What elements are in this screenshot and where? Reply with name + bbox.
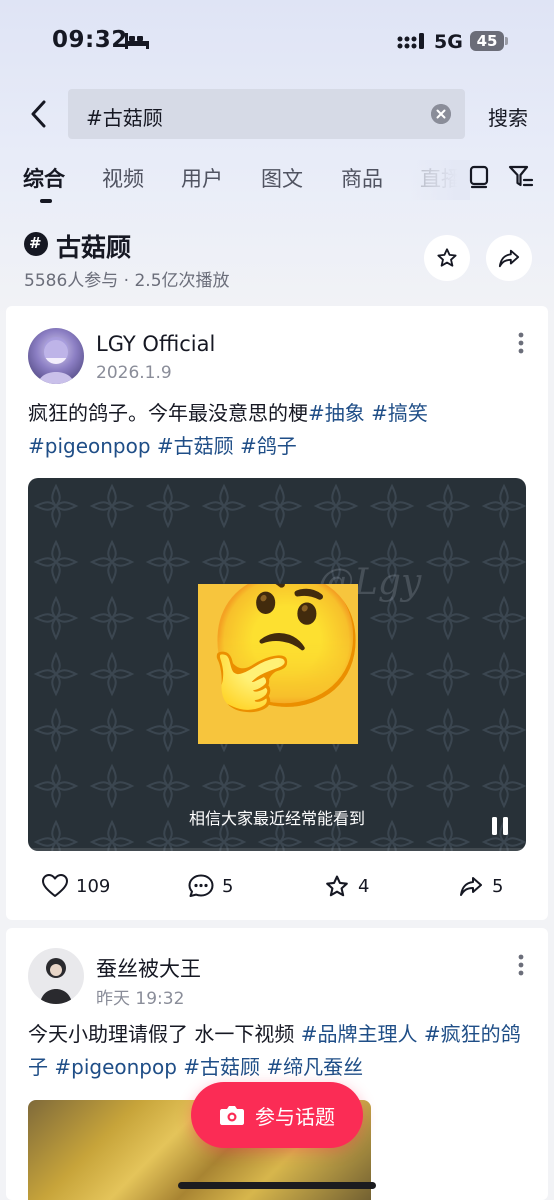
tab-image-text[interactable]: 图文	[261, 163, 303, 193]
home-indicator[interactable]	[178, 1182, 376, 1189]
comment-count: 5	[222, 875, 234, 897]
filter-icon[interactable]	[508, 164, 534, 190]
hashtag[interactable]: #pigeonpop	[54, 1055, 177, 1079]
share-icon	[498, 249, 520, 268]
tab-fade	[410, 160, 470, 200]
join-topic-button[interactable]: 参与话题	[191, 1082, 363, 1148]
video-progress[interactable]	[28, 848, 526, 851]
avatar-art	[40, 958, 72, 1004]
hashtag[interactable]: #抽象	[308, 401, 365, 425]
topic-plays: 2.5亿次播放	[134, 271, 230, 291]
topic-icon: #	[24, 232, 48, 256]
post-body: 疯狂的鸽子。今年最没意思的梗	[28, 401, 308, 425]
pause-icon[interactable]	[490, 815, 510, 837]
post-body: 今天小助理请假了 水一下视频	[28, 1022, 295, 1046]
sleep-mode-icon	[125, 33, 149, 49]
star-icon	[326, 875, 348, 897]
share-count: 5	[492, 875, 504, 897]
avatar-art	[38, 337, 74, 384]
more-icon[interactable]	[518, 954, 524, 976]
share-button[interactable]: 5	[458, 874, 503, 898]
hashtag[interactable]: #缔凡蚕丝	[266, 1055, 363, 1079]
status-bar: 09:32 5G 45	[0, 0, 554, 80]
topic-title: 古菇顾	[56, 233, 132, 262]
topic-stats: 5586人参与 · 2.5亿次播放	[24, 266, 230, 291]
hashtag[interactable]: #古菇顾	[183, 1055, 260, 1079]
video-caption: 相信大家最近经常能看到	[188, 809, 365, 828]
tab-products[interactable]: 商品	[341, 163, 383, 193]
post-text[interactable]: 疯狂的鸽子。今年最没意思的梗#抽象 #搞笑 #pigeonpop #古菇顾 #鸽…	[28, 397, 533, 463]
post-author[interactable]: LGY Official	[96, 332, 215, 356]
hashtag[interactable]: #品牌主理人	[301, 1022, 418, 1046]
post-actions: 109 5 4 5	[6, 874, 548, 910]
share-topic-button[interactable]	[486, 235, 532, 281]
back-icon[interactable]	[22, 96, 58, 132]
tab-indicator	[40, 199, 52, 203]
tab-users[interactable]: 用户	[181, 163, 223, 193]
signal-icon	[397, 33, 424, 49]
hashtag[interactable]: #古菇顾	[157, 434, 234, 458]
comment-button[interactable]: 5	[188, 874, 233, 898]
battery-tip	[505, 37, 508, 45]
status-time: 09:32	[52, 27, 128, 53]
hashtag[interactable]: #搞笑	[371, 401, 428, 425]
search-button[interactable]: 搜索	[488, 102, 528, 131]
post-card[interactable]: 蚕丝被大王 昨天 19:32 今天小助理请假了 水一下视频 #品牌主理人 #疯狂…	[6, 928, 548, 1200]
like-button[interactable]: 109	[42, 874, 110, 898]
search-input[interactable]: #古菇顾	[68, 89, 465, 139]
post-card[interactable]: LGY Official 2026.1.9 疯狂的鸽子。今年最没意思的梗#抽象 …	[6, 306, 548, 920]
post-date: 2026.1.9	[96, 363, 172, 383]
network-type: 5G	[434, 31, 463, 53]
favorite-count: 4	[358, 876, 370, 897]
search-query[interactable]: #古菇顾	[86, 102, 163, 131]
post-date: 昨天 19:32	[96, 989, 185, 1009]
favorite-button[interactable]: 4	[324, 874, 369, 899]
video-player[interactable]: @Lgy 🤔 相信大家最近经常能看到	[28, 478, 526, 851]
more-icon[interactable]	[518, 332, 524, 354]
hashtag[interactable]: #鸽子	[240, 434, 297, 458]
avatar[interactable]	[28, 948, 84, 1004]
star-icon	[437, 248, 457, 267]
list-icon[interactable]	[466, 164, 492, 190]
stats-separator: ·	[123, 271, 135, 291]
post-text[interactable]: 今天小助理请假了 水一下视频 #品牌主理人 #疯狂的鸽子 #pigeonpop …	[28, 1018, 533, 1084]
tab-bar: 综合 视频 用户 图文 商品 直播	[0, 160, 554, 210]
thinking-emoji: 🤔	[206, 584, 358, 717]
post-author[interactable]: 蚕丝被大王	[96, 953, 201, 983]
camera-icon	[220, 1106, 244, 1125]
like-count: 109	[76, 875, 111, 897]
tab-all[interactable]: 综合	[23, 163, 65, 193]
video-frame: 🤔	[198, 584, 358, 744]
clear-icon[interactable]	[431, 104, 451, 124]
comment-icon	[188, 874, 214, 897]
battery-indicator: 45	[470, 31, 504, 51]
topic-participants: 5586人参与	[24, 271, 119, 291]
share-icon	[460, 877, 482, 896]
avatar[interactable]	[28, 328, 84, 384]
hashtag[interactable]: #pigeonpop	[28, 434, 151, 458]
tab-video[interactable]: 视频	[102, 163, 144, 193]
join-topic-label: 参与话题	[255, 1104, 335, 1129]
favorite-topic-button[interactable]	[424, 235, 470, 281]
heart-icon	[42, 874, 68, 897]
